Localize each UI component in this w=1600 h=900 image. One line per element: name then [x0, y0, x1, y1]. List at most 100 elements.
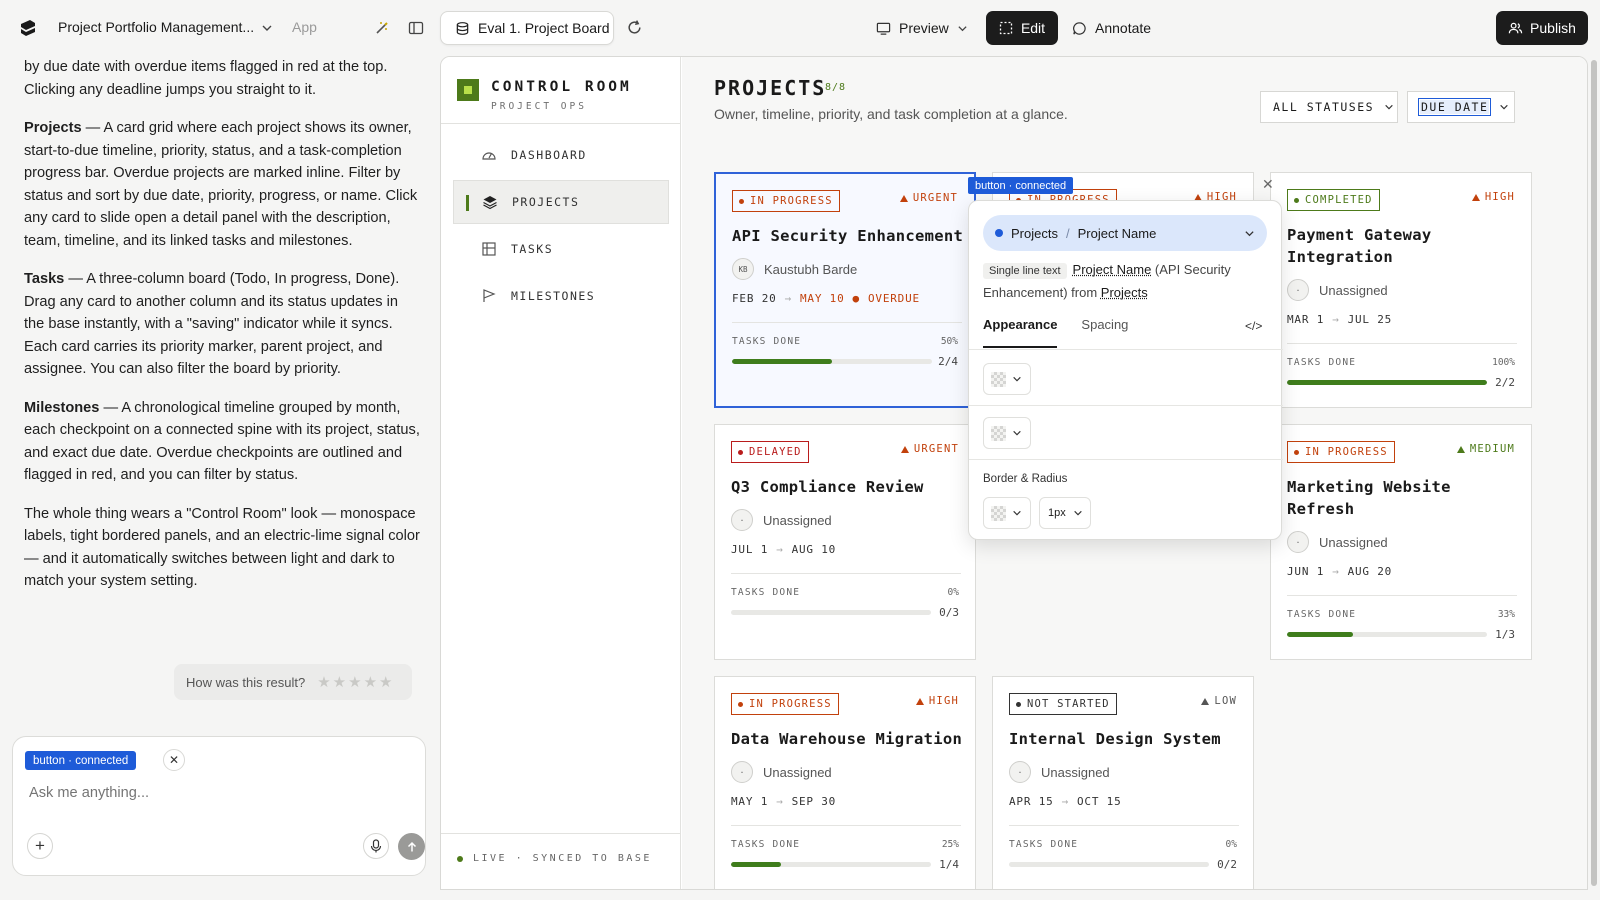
transparent-swatch-icon [991, 425, 1006, 441]
tasks-done-count: 0/2 [1217, 858, 1237, 871]
divider [969, 349, 1283, 350]
edit-button[interactable]: Edit [986, 11, 1058, 45]
star-icon[interactable]: ★ [379, 673, 392, 691]
tab-spacing[interactable]: Spacing [1081, 317, 1128, 348]
star-icon[interactable]: ★ [348, 673, 361, 691]
publish-button[interactable]: Publish [1496, 11, 1588, 45]
live-indicator-icon [457, 855, 463, 862]
project-title[interactable]: Project Portfolio Management... [58, 19, 254, 35]
project-timeline[interactable]: JUN 1 → AUG 20 [1287, 565, 1392, 578]
tasks-done-percent: 33% [1497, 609, 1515, 620]
sidebar-item-milestones[interactable]: MILESTONES [453, 274, 669, 318]
status-dot-icon [1016, 701, 1021, 707]
status-filter-value: ALL STATUSES [1273, 100, 1375, 114]
tab-project-board[interactable]: Eval 1. Project Board [440, 11, 614, 45]
project-card[interactable]: IN PROGRESS MEDIUM Marketing Website Refre… [1270, 424, 1532, 660]
overdue-flag: OVERDUE [867, 292, 920, 305]
progress-bar [1287, 632, 1487, 637]
status-dot-icon [1294, 449, 1299, 455]
project-timeline[interactable]: MAY 1 → SEP 30 [731, 795, 836, 808]
scrollbar-thumb[interactable] [1591, 60, 1597, 886]
field-link[interactable]: Project Name [1073, 262, 1152, 277]
field-type-badge: Single line text [983, 263, 1067, 279]
owner-name: Unassigned [1319, 534, 1388, 550]
app-logo-icon[interactable] [18, 18, 38, 38]
page-title: PROJECTS [714, 76, 827, 100]
status-filter-dropdown[interactable]: ALL STATUSES [1260, 91, 1398, 123]
sidebar-item-dashboard[interactable]: DASHBOARD [453, 133, 669, 177]
preview-label: Preview [899, 20, 949, 36]
priority-text: URGENT [913, 443, 959, 455]
field-description: Single line text Project Name (API Securi… [983, 259, 1273, 303]
avatar-placeholder-icon: · [731, 509, 753, 531]
table-link[interactable]: Projects [1101, 285, 1148, 300]
border-color-picker[interactable] [983, 497, 1031, 529]
close-icon[interactable]: ✕ [163, 749, 185, 771]
project-card[interactable]: COMPLETED HIGH Payment Gateway Integration… [1270, 172, 1532, 408]
sort-value: DUE DATE [1417, 98, 1492, 116]
chat-input[interactable] [29, 785, 409, 801]
owner-name: Unassigned [1319, 282, 1388, 298]
project-card[interactable]: IN PROGRESS HIGH Data Warehouse Migration ·… [714, 676, 976, 889]
due-date: JUL 25 [1347, 313, 1393, 326]
brand[interactable]: CONTROL ROOM PROJECT OPS [457, 79, 632, 112]
sidebar-item-projects[interactable]: PROJECTS [453, 180, 669, 224]
project-timeline[interactable]: APR 15 → OCT 15 [1009, 795, 1122, 808]
app-label[interactable]: App [292, 19, 317, 35]
tab-appearance[interactable]: Appearance [983, 317, 1058, 348]
border-radius-label: Border & Radius [983, 473, 1068, 485]
arrow-right-icon: → [1332, 313, 1340, 326]
annotate-button[interactable]: Annotate [1072, 11, 1151, 45]
sidebar-footer: LIVE · SYNCED TO BASE [441, 833, 681, 889]
status-badge: DELAYED [731, 441, 809, 463]
color-swatch-picker[interactable] [983, 363, 1031, 395]
divider [969, 459, 1283, 460]
sidebar-item-tasks[interactable]: TASKS [453, 227, 669, 271]
project-timeline[interactable]: MAR 1 → JUL 25 [1287, 313, 1392, 326]
users-icon [1508, 22, 1523, 33]
project-card[interactable]: IN PROGRESS URGENT API Security Enhancemen… [714, 172, 976, 408]
chat-paragraph: Projects — A card grid where each projec… [24, 117, 420, 252]
project-card[interactable]: DELAYED URGENT Q3 Compliance Review · Unassi… [714, 424, 976, 660]
scrollbar[interactable] [1588, 56, 1600, 890]
star-rating[interactable]: ★ ★ ★ ★ ★ [317, 673, 392, 691]
star-icon[interactable]: ★ [317, 673, 330, 691]
owner-name: Unassigned [1041, 764, 1110, 780]
send-button[interactable] [398, 833, 425, 860]
field-binding-select[interactable]: Projects / Project Name [983, 215, 1267, 251]
chat-paragraph: by due date with overdue items flagged i… [24, 56, 420, 101]
chevron-down-icon[interactable] [261, 22, 273, 34]
project-card[interactable]: NOT STARTED LOW Internal Design System · Una… [992, 676, 1254, 889]
magic-wand-icon[interactable] [374, 20, 390, 36]
rating-prompt: How was this result? [186, 674, 306, 690]
chat-text: — A three-column board (Todo, In progres… [24, 271, 400, 377]
chat-text: The whole thing wears a "Control Room" l… [24, 505, 420, 590]
preview-button[interactable]: Preview [876, 11, 968, 45]
star-icon[interactable]: ★ [333, 673, 346, 691]
tasks-done-count: 2/2 [1495, 376, 1515, 389]
sort-dropdown[interactable]: DUE DATE [1407, 91, 1515, 123]
comment-icon [1073, 21, 1086, 35]
refresh-icon[interactable] [626, 19, 643, 36]
divider [1009, 825, 1239, 826]
plus-icon[interactable]: + [27, 833, 53, 859]
project-timeline[interactable]: FEB 20 → MAY 10 ● OVERDUE [732, 292, 920, 305]
due-date: OCT 15 [1076, 795, 1122, 808]
border-width-select[interactable]: 1px [1039, 497, 1091, 529]
page-subtitle: Owner, timeline, priority, and task comp… [714, 106, 1068, 122]
owner-name: Unassigned [763, 764, 832, 780]
chevron-down-icon [1385, 104, 1393, 110]
star-icon[interactable]: ★ [364, 673, 377, 691]
priority-badge: HIGH [1471, 191, 1515, 203]
close-icon[interactable]: ✕ [1262, 176, 1274, 193]
tasks-done-label: TASKS DONE [731, 839, 801, 850]
code-icon[interactable]: </> [1245, 319, 1262, 333]
status-text: COMPLETED [1305, 194, 1373, 206]
sidebar-toggle-icon[interactable] [408, 20, 424, 36]
progress-fill [731, 862, 781, 867]
microphone-icon[interactable] [363, 833, 389, 859]
project-timeline[interactable]: JUL 1 → AUG 10 [731, 543, 836, 556]
project-title: API Security Enhancement [732, 227, 964, 245]
color-swatch-picker[interactable] [983, 417, 1031, 449]
chevron-down-icon [1013, 376, 1021, 382]
